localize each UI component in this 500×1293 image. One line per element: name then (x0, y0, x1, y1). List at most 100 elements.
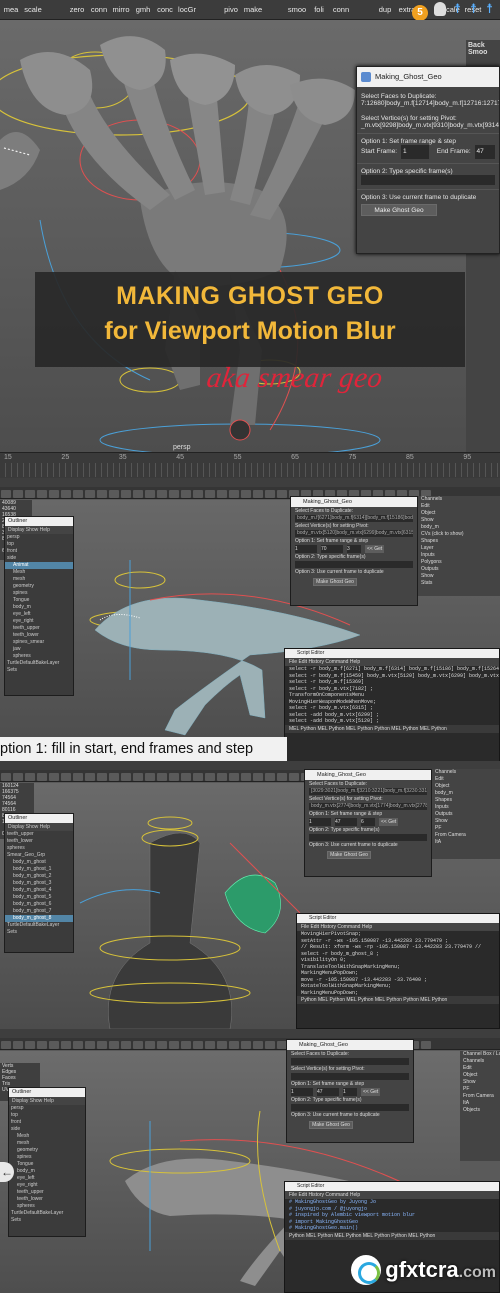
window-titlebar[interactable]: Making_Ghost_Geo (305, 770, 431, 780)
outliner-item[interactable]: spheres (9, 1203, 85, 1210)
outliner-item[interactable]: body_m_ghost_1 (5, 866, 73, 873)
outliner-item[interactable]: front (9, 1119, 85, 1126)
get-button[interactable]: << Get (361, 1088, 381, 1096)
script-editor-menu[interactable]: File Edit History Command Help (297, 923, 499, 931)
shelf-tool-button[interactable]: zero (66, 0, 88, 20)
verts-field[interactable] (291, 1073, 409, 1080)
outliner-item[interactable]: teeth_upper (5, 831, 73, 838)
outliner-item[interactable]: Mesh (9, 1133, 85, 1140)
verts-field[interactable]: body_m.vtx[2774]body_m.vtx[1774]body_m.v… (309, 803, 427, 810)
shelf-tool-button[interactable]: dup (374, 0, 396, 20)
outliner-item[interactable]: teeth_upper (5, 625, 73, 632)
specific-frames-field[interactable] (361, 175, 495, 185)
outliner-item[interactable]: geometry (5, 583, 73, 590)
script-editor-menu[interactable]: File Edit History Command Help (285, 1191, 499, 1199)
script-editor-tabs[interactable]: MEL Python MEL Python MEL Python Python … (285, 724, 499, 733)
window-titlebar[interactable]: Making_Ghost_Geo (291, 497, 417, 507)
outliner-item[interactable]: eye_left (9, 1175, 85, 1182)
outliner-item[interactable]: front (5, 548, 73, 555)
faces-field[interactable]: 7:12680]body_m.f[12714]body_m.f[12716:12… (357, 100, 499, 107)
specific-frames-field[interactable] (295, 561, 413, 568)
outliner-item[interactable]: persp (9, 1105, 85, 1112)
outliner-item[interactable]: Sets (5, 929, 73, 936)
outliner-item[interactable]: top (9, 1112, 85, 1119)
outliner-item[interactable]: Tongue (5, 597, 73, 604)
end-frame-field[interactable]: 47 (317, 1088, 339, 1096)
outliner-item[interactable]: Sets (9, 1217, 85, 1224)
outliner-item[interactable]: TurtleDefaultBakeLayer (9, 1210, 85, 1217)
outliner-item[interactable]: body_m_ghost_4 (5, 887, 73, 894)
make-ghost-geo-button[interactable]: Make Ghost Geo (313, 578, 357, 586)
shelf-tool-button[interactable]: pivo (220, 0, 242, 20)
step-field[interactable]: 6 (361, 818, 375, 826)
outliner-item[interactable]: Tongue (9, 1161, 85, 1168)
outliner-item[interactable]: eye_right (9, 1182, 85, 1189)
outliner-item[interactable]: teeth_lower (9, 1196, 85, 1203)
shelf-tool-button[interactable]: mea (0, 0, 22, 20)
shelf-tool-button[interactable]: foli (308, 0, 330, 20)
step-field[interactable]: 1 (343, 1088, 357, 1096)
get-button[interactable]: << Get (379, 818, 399, 826)
outliner-item[interactable]: body_m_ghost (5, 859, 73, 866)
shelf-tool-button[interactable]: make (242, 0, 264, 20)
script-editor-title[interactable]: Script Editor (285, 1182, 499, 1191)
outliner-item[interactable]: spines (9, 1154, 85, 1161)
faces-field[interactable]: body_m.f[6271]body_m.f[6314][body_m.f[15… (295, 515, 413, 522)
shelf-tool-button[interactable]: mirro (110, 0, 132, 20)
start-frame-field[interactable]: 1 (309, 818, 331, 826)
outliner-menu[interactable]: Display Show Help (5, 526, 73, 534)
joint-icon[interactable]: ☨ (454, 2, 466, 16)
outliner-item[interactable]: Smear_Geo_Grp (5, 852, 73, 859)
outliner-title[interactable]: Outliner (5, 517, 73, 526)
verts-field[interactable]: _m.vtx[9298]body_m.vtx[9310]body_m.vtx[9… (357, 122, 499, 129)
script-editor-tabs[interactable]: Python MEL Python MEL Python MEL Python … (285, 1231, 499, 1240)
joint-icon-2[interactable]: ☨ (470, 2, 482, 16)
joint-icon-3[interactable]: ☨ (486, 2, 498, 16)
start-frame-field[interactable]: 1 (400, 145, 429, 159)
get-button[interactable]: << Get (365, 545, 385, 553)
end-frame-field[interactable]: 47 (335, 818, 357, 826)
outliner-item[interactable]: Sets (5, 667, 73, 674)
outliner-item[interactable]: body_m_ghost_5 (5, 894, 73, 901)
outliner-item[interactable]: body_m (9, 1168, 85, 1175)
faces-field[interactable] (291, 1058, 409, 1065)
outliner-item[interactable]: Mesh (5, 569, 73, 576)
outliner-item[interactable]: body_m_ghost_7 (5, 908, 73, 915)
make-ghost-geo-button[interactable]: Make Ghost Geo (327, 851, 371, 859)
timeline[interactable]: 15 25 35 45 55 65 75 85 95 (0, 452, 500, 478)
outliner-item[interactable]: jaw (5, 646, 73, 653)
outliner-item[interactable]: top (5, 541, 73, 548)
script-editor-title[interactable]: Script Editor (285, 649, 499, 658)
shelf-tool-button[interactable]: conn (330, 0, 352, 20)
outliner-item[interactable]: Animat (5, 562, 73, 569)
outliner-title[interactable]: Outliner (9, 1088, 85, 1097)
shelf-tool-button[interactable]: scale (22, 0, 44, 20)
outliner-item[interactable]: geometry (9, 1147, 85, 1154)
step-field[interactable]: 3 (347, 545, 361, 553)
outliner-item[interactable]: eye_right (5, 618, 73, 625)
script-editor-tabs[interactable]: Python MEL Python MEL Python MEL Python … (297, 996, 499, 1004)
outliner-menu[interactable]: Display Show Help (5, 823, 73, 831)
script-editor-menu[interactable]: File Edit History Command Help (285, 658, 499, 666)
specific-frames-field[interactable] (309, 834, 427, 841)
outliner-item[interactable]: spines (5, 590, 73, 597)
outliner-item[interactable]: teeth_upper (9, 1189, 85, 1196)
outliner-item[interactable]: body_m_ghost_3 (5, 880, 73, 887)
outliner-item[interactable]: spines_smear (5, 639, 73, 646)
outliner-item[interactable]: persp (5, 534, 73, 541)
shelf-tool-button[interactable]: gmh (132, 0, 154, 20)
outliner-item[interactable]: body_m (5, 604, 73, 611)
outliner-item[interactable]: spheres (5, 653, 73, 660)
make-ghost-geo-button[interactable]: Make Ghost Geo (309, 1121, 353, 1129)
specific-frames-field[interactable] (291, 1104, 409, 1111)
outliner-item[interactable]: teeth_lower (5, 838, 73, 845)
outliner-item[interactable]: teeth_lower (5, 632, 73, 639)
shelf-tool-button[interactable]: smoo (286, 0, 308, 20)
outliner-item[interactable]: mesh (9, 1140, 85, 1147)
outliner-item[interactable]: spheres (5, 845, 73, 852)
outliner-item[interactable]: body_m_ghost_6 (5, 901, 73, 908)
verts-field[interactable]: body_m.vtx[5120]body_m.vtx[6299]body_m.v… (295, 530, 413, 537)
script-editor-title[interactable]: Script Editor (297, 914, 499, 923)
mask-icon[interactable] (434, 2, 446, 16)
outliner-item[interactable]: side (9, 1126, 85, 1133)
